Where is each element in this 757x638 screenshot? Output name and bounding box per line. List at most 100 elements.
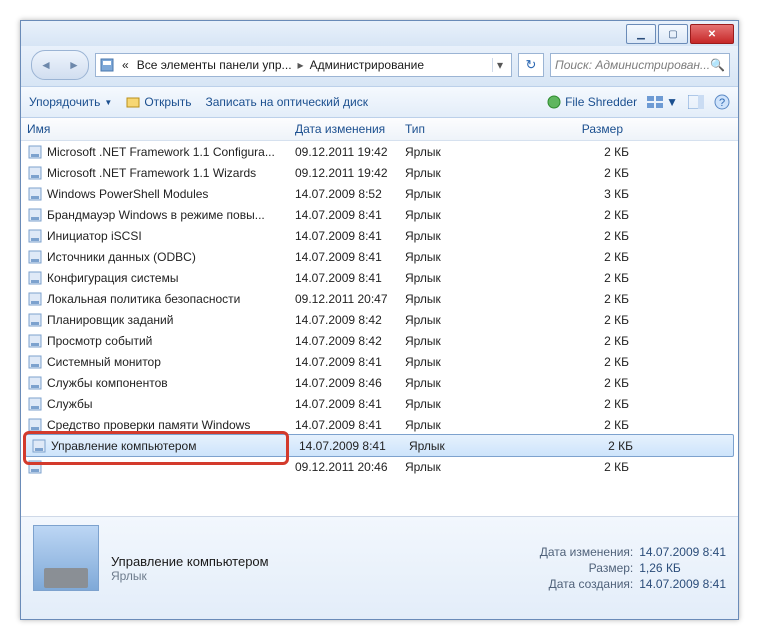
cell-name: Конфигурация системы (47, 271, 295, 285)
cell-type: Ярлык (405, 355, 525, 369)
cell-date: 14.07.2009 8:52 (295, 187, 405, 201)
chevron-down-icon: ▼ (104, 98, 112, 107)
table-row[interactable]: Конфигурация системы14.07.2009 8:41Ярлык… (21, 267, 738, 288)
cell-type: Ярлык (405, 250, 525, 264)
col-type[interactable]: Тип (399, 122, 519, 136)
cell-size: 2 КБ (525, 229, 645, 243)
shortcut-icon (27, 333, 43, 349)
chevron-down-icon: ▼ (666, 95, 678, 109)
breadcrumb-dropdown[interactable]: ▾ (492, 58, 507, 72)
cell-type: Ярлык (405, 208, 525, 222)
cell-date: 09.12.2011 20:47 (295, 292, 405, 306)
cell-type: Ярлык (405, 145, 525, 159)
cell-name: Службы компонентов (47, 376, 295, 390)
cell-size: 2 КБ (525, 250, 645, 264)
cell-type: Ярлык (405, 271, 525, 285)
shortcut-icon (27, 249, 43, 265)
shortcut-icon (27, 291, 43, 307)
cell-date: 14.07.2009 8:46 (295, 376, 405, 390)
cell-size: 2 КБ (525, 145, 645, 159)
cell-name: Системный монитор (47, 355, 295, 369)
search-input[interactable]: Поиск: Администрирован... 🔍 (550, 53, 730, 77)
cell-date: 09.12.2011 19:42 (295, 145, 405, 159)
shortcut-icon (27, 459, 43, 475)
col-size[interactable]: Размер (519, 122, 639, 136)
table-row[interactable]: Брандмауэр Windows в режиме повы...14.07… (21, 204, 738, 225)
table-row[interactable]: Windows PowerShell Modules14.07.2009 8:5… (21, 183, 738, 204)
cell-name: Локальная политика безопасности (47, 292, 295, 306)
cell-size: 3 КБ (525, 187, 645, 201)
cell-name: Инициатор iSCSI (47, 229, 295, 243)
breadcrumb-seg-1[interactable]: Все элементы панели упр... (133, 58, 296, 72)
view-options-button[interactable]: ▼ (647, 95, 678, 109)
cell-size: 2 КБ (525, 460, 645, 474)
prop-created-value: 14.07.2009 8:41 (639, 577, 726, 591)
prop-modified-value: 14.07.2009 8:41 (639, 545, 726, 559)
title-bar (21, 21, 738, 46)
prop-modified-label: Дата изменения: (540, 545, 634, 559)
table-row[interactable]: Инициатор iSCSI14.07.2009 8:41Ярлык2 КБ (21, 225, 738, 246)
forward-icon[interactable]: ► (60, 51, 88, 79)
maximize-button[interactable] (658, 24, 688, 44)
table-row[interactable]: 09.12.2011 20:46Ярлык2 КБ (21, 456, 738, 477)
table-row[interactable]: Microsoft .NET Framework 1.1 Wizards09.1… (21, 162, 738, 183)
cell-size: 2 КБ (525, 418, 645, 432)
close-button[interactable] (690, 24, 734, 44)
breadcrumb[interactable]: « Все элементы панели упр... ▸ Администр… (95, 53, 512, 77)
preview-pane-button[interactable] (688, 95, 704, 109)
cell-date: 14.07.2009 8:42 (295, 334, 405, 348)
cell-name: Планировщик заданий (47, 313, 295, 327)
help-button[interactable]: ? (714, 94, 730, 110)
cell-size: 2 КБ (525, 292, 645, 306)
table-row[interactable]: Microsoft .NET Framework 1.1 Configura..… (21, 141, 738, 162)
cell-name: Просмотр событий (47, 334, 295, 348)
cell-date: 14.07.2009 8:41 (295, 355, 405, 369)
col-name[interactable]: Имя (21, 122, 289, 136)
table-row[interactable]: Планировщик заданий14.07.2009 8:42Ярлык2… (21, 309, 738, 330)
cell-name: Брандмауэр Windows в режиме повы... (47, 208, 295, 222)
table-row[interactable]: Источники данных (ODBC)14.07.2009 8:41Яр… (21, 246, 738, 267)
cell-name: Microsoft .NET Framework 1.1 Configura..… (47, 145, 295, 159)
breadcrumb-seg-2[interactable]: Администрирование (306, 58, 428, 72)
cell-size: 2 КБ (525, 271, 645, 285)
table-row[interactable]: Службы14.07.2009 8:41Ярлык2 КБ (21, 393, 738, 414)
file-list[interactable]: Microsoft .NET Framework 1.1 Configura..… (21, 141, 738, 516)
breadcrumb-prefix: « (118, 58, 133, 72)
shortcut-icon (27, 165, 43, 181)
burn-disc-button[interactable]: Записать на оптический диск (205, 95, 368, 109)
back-icon[interactable]: ◄ (32, 51, 60, 79)
file-shredder-button[interactable]: File Shredder (547, 95, 637, 109)
refresh-button[interactable]: ↻ (518, 53, 544, 77)
cell-name: Источники данных (ODBC) (47, 250, 295, 264)
shortcut-icon (27, 396, 43, 412)
cell-date: 14.07.2009 8:41 (295, 397, 405, 411)
details-properties: Дата изменения: 14.07.2009 8:41 Размер: … (540, 525, 726, 611)
chevron-right-icon[interactable]: ▸ (296, 58, 306, 72)
cell-date: 14.07.2009 8:41 (295, 250, 405, 264)
cell-date: 09.12.2011 19:42 (295, 166, 405, 180)
nav-buttons[interactable]: ◄ ► (31, 50, 89, 80)
table-row-selected[interactable]: Управление компьютером14.07.2009 8:41Ярл… (25, 434, 734, 457)
table-row[interactable]: Средство проверки памяти Windows14.07.20… (21, 414, 738, 435)
shortcut-icon (27, 417, 43, 433)
details-subtitle: Ярлык (111, 569, 269, 583)
cell-name: Службы (47, 397, 295, 411)
cell-type: Ярлык (405, 376, 525, 390)
details-title: Управление компьютером (111, 554, 269, 569)
refresh-icon: ↻ (526, 57, 537, 73)
table-row[interactable]: Службы компонентов14.07.2009 8:46Ярлык2 … (21, 372, 738, 393)
cell-type: Ярлык (405, 460, 525, 474)
search-placeholder: Поиск: Администрирован... (555, 58, 710, 72)
explorer-window: ◄ ► « Все элементы панели упр... ▸ Админ… (20, 20, 739, 620)
search-icon: 🔍 (710, 58, 725, 72)
open-button[interactable]: Открыть (126, 95, 191, 109)
minimize-button[interactable] (626, 24, 656, 44)
table-row[interactable]: Системный монитор14.07.2009 8:41Ярлык2 К… (21, 351, 738, 372)
shortcut-icon (27, 144, 43, 160)
table-row[interactable]: Просмотр событий14.07.2009 8:42Ярлык2 КБ (21, 330, 738, 351)
col-date[interactable]: Дата изменения (289, 122, 399, 136)
organize-menu[interactable]: Упорядочить ▼ (29, 95, 112, 109)
table-row[interactable]: Локальная политика безопасности09.12.201… (21, 288, 738, 309)
cell-date: 14.07.2009 8:41 (295, 208, 405, 222)
cell-date: 14.07.2009 8:41 (299, 439, 409, 453)
